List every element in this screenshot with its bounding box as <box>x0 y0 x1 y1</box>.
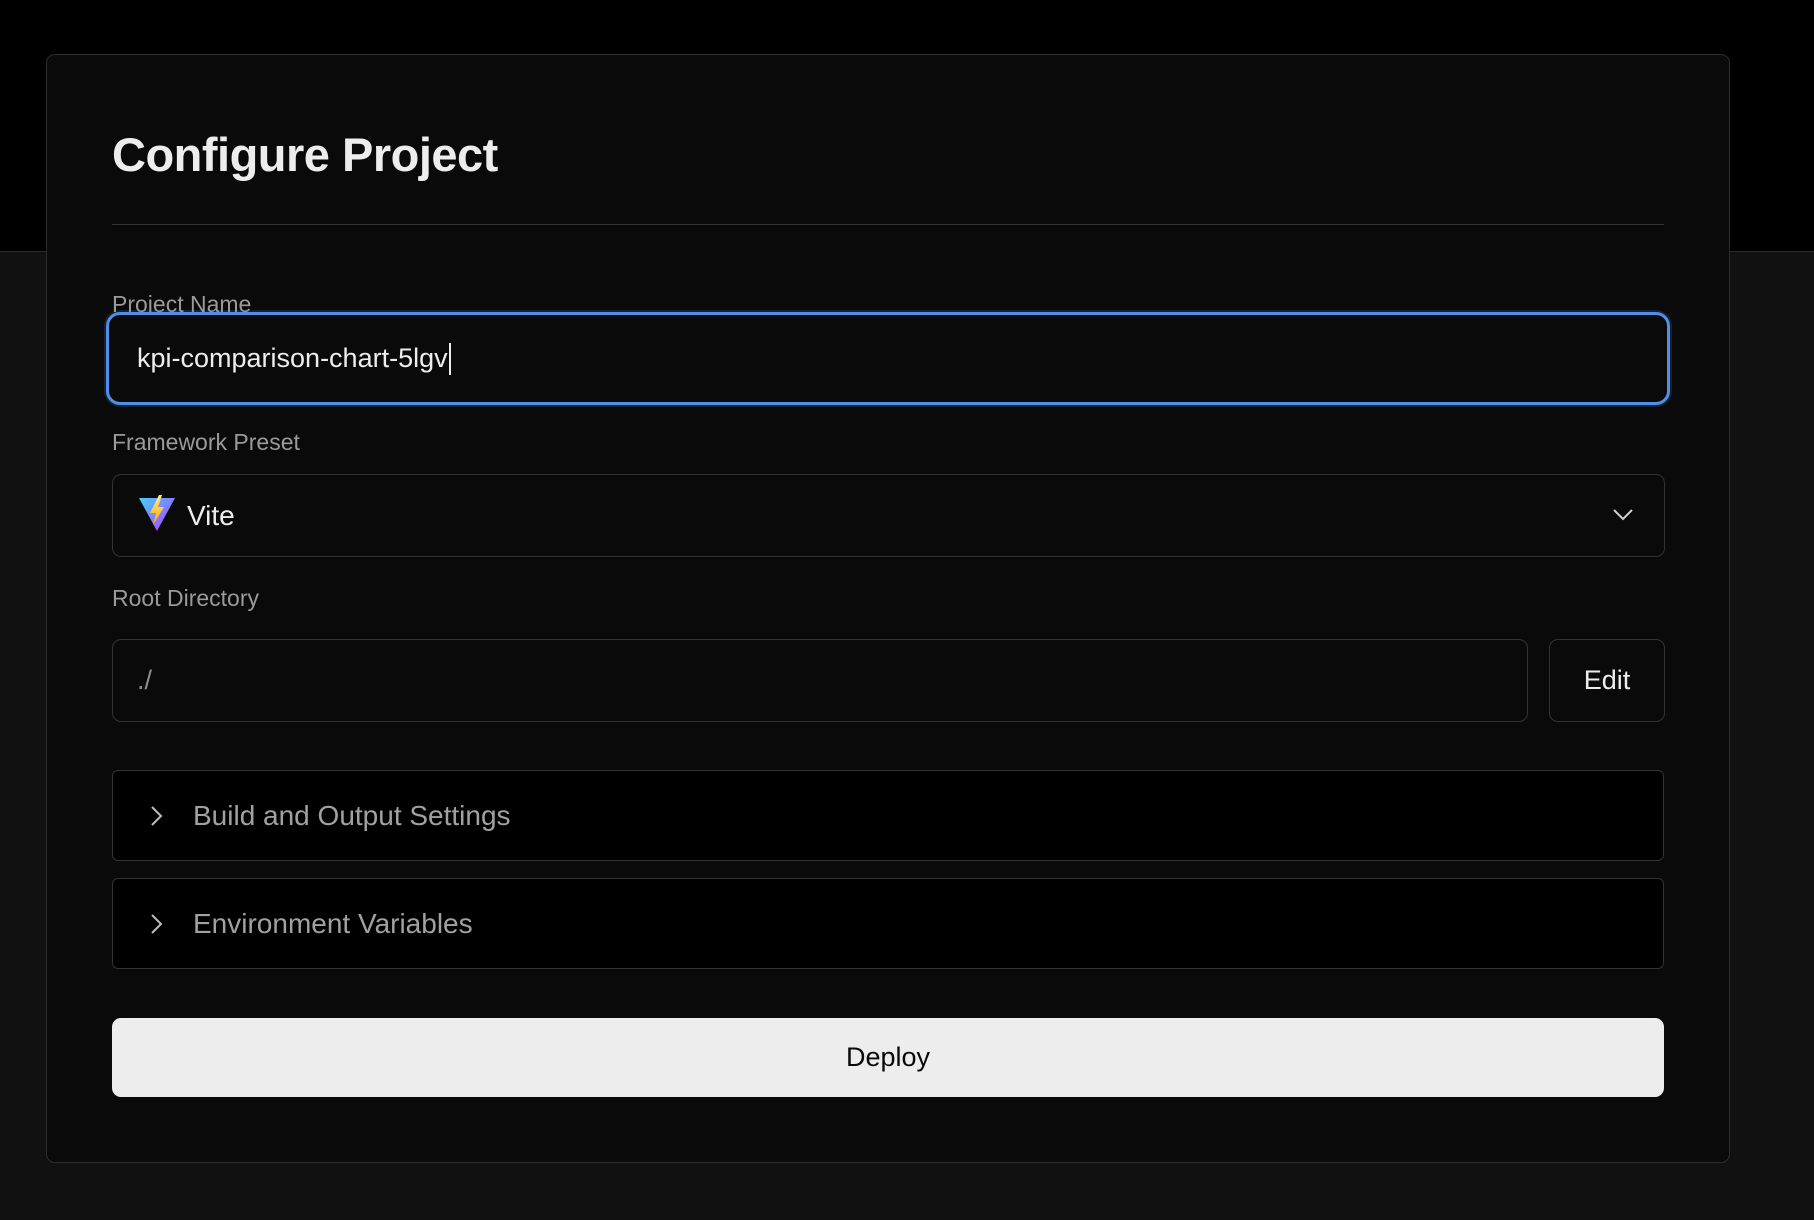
environment-variables-label: Environment Variables <box>193 907 473 939</box>
project-name-value: kpi-comparison-chart-5lgv <box>137 343 448 373</box>
environment-variables-toggle[interactable]: Environment Variables <box>112 878 1664 969</box>
chevron-right-icon <box>143 911 169 937</box>
framework-preset-select[interactable]: Vite <box>112 474 1665 557</box>
deploy-button[interactable]: Deploy <box>112 1018 1664 1097</box>
vite-logo-icon <box>137 493 177 538</box>
project-name-input[interactable]: kpi-comparison-chart-5lgv <box>106 312 1670 405</box>
root-directory-label: Root Directory <box>112 585 259 611</box>
root-directory-input: ./ <box>112 639 1528 722</box>
page-title: Configure Project <box>112 128 498 181</box>
edit-root-directory-button[interactable]: Edit <box>1549 639 1665 722</box>
build-output-settings-label: Build and Output Settings <box>193 799 511 831</box>
framework-preset-label: Framework Preset <box>112 429 300 455</box>
chevron-down-icon <box>1610 501 1636 527</box>
title-divider <box>112 224 1664 225</box>
build-output-settings-toggle[interactable]: Build and Output Settings <box>112 770 1664 861</box>
chevron-right-icon <box>143 803 169 829</box>
root-directory-value: ./ <box>137 665 153 695</box>
configure-project-card: Configure Project Project Name kpi-compa… <box>46 54 1730 1163</box>
framework-preset-value: Vite <box>187 499 235 531</box>
text-caret <box>448 342 451 375</box>
